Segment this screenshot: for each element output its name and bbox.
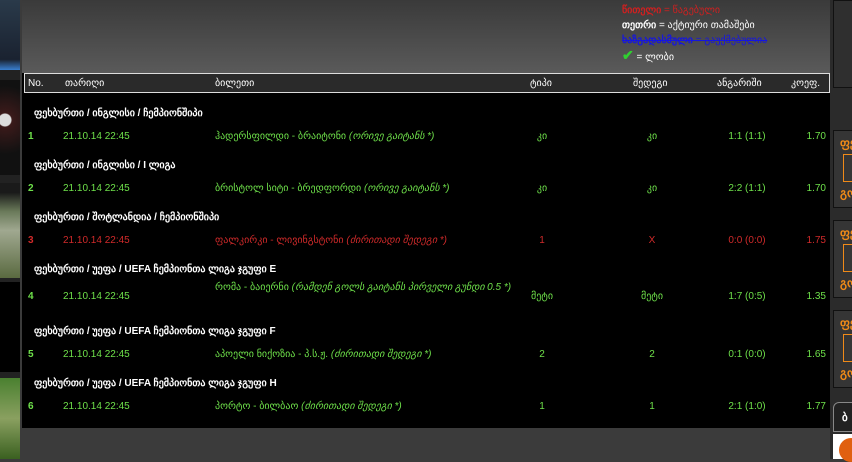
row-ticket: პორტო - ბილბაო (ძირითადი შედეგი *) bbox=[215, 401, 402, 412]
row-score: 0:1 (0:0) bbox=[728, 349, 766, 360]
table-row[interactable]: 5 21.10.14 22:45 აპოელი ნიქოზია - პ.ს.ჟ.… bbox=[22, 339, 830, 365]
league-header: ფეხბურთი / ინგლისი / I ლიგა bbox=[34, 160, 176, 171]
right-sidebar: ფეგო ფეგო ფეგო ბ bbox=[830, 0, 852, 462]
legend-active: თეთრი = აქტიური თამაშები bbox=[622, 20, 755, 31]
row-result: მეტი bbox=[640, 291, 664, 302]
legend-won: ✔ = ლობი bbox=[622, 47, 674, 64]
match-name: აპოელი ნიქოზია - პ.ს.ჟ. bbox=[215, 349, 329, 360]
row-odds: 1.35 bbox=[806, 291, 826, 302]
checkmark-icon: ✔ bbox=[622, 47, 634, 63]
row-date: 21.10.14 22:45 bbox=[63, 235, 130, 246]
league-header: ფეხბურთი / უეფა / UEFA ჩემპიონთა ლიგა ჯგ… bbox=[34, 264, 277, 275]
row-ticket: ჰადერსფილდი - ბრაიტონი (ორივე გაიტანს *) bbox=[215, 131, 434, 142]
legend: წითელი = წაგებული თეთრი = აქტიური თამაშე… bbox=[622, 3, 767, 65]
row-score: 2:1 (1:0) bbox=[728, 401, 766, 412]
bet-type: (ძირითადი შედეგი *) bbox=[346, 235, 447, 246]
row-number: 2 bbox=[28, 183, 34, 194]
bet-type: (რამდენ გოლს გაიტანს პირველი გუნდი 0.5 *… bbox=[291, 282, 512, 293]
row-type: 2 bbox=[539, 349, 545, 360]
bet-type: (ორივე გაიტანს *) bbox=[363, 183, 450, 194]
banner-image[interactable] bbox=[0, 282, 20, 372]
match-name: ფალკირკი - ლივინგსტონი bbox=[215, 235, 344, 246]
row-result: X bbox=[648, 235, 656, 246]
match-name: ბრისტოლ სიტი - ბრედფორდი bbox=[215, 183, 362, 194]
row-score: 1:1 (1:1) bbox=[728, 131, 766, 142]
row-type: 1 bbox=[539, 401, 545, 412]
row-odds: 1.70 bbox=[806, 183, 826, 194]
left-banner-strip bbox=[0, 0, 20, 459]
row-ticket: ბრისტოლ სიტი - ბრედფორდი (ორივე გაიტანს … bbox=[215, 183, 449, 194]
row-date: 21.10.14 22:45 bbox=[63, 349, 130, 360]
row-ticket: რომა - ბაიერნი (რამდენ გოლს გაიტანს პირვ… bbox=[215, 281, 515, 294]
banner-image[interactable] bbox=[0, 378, 20, 459]
table-body: ფეხბურთი / ინგლისი / ჩემპიონშიპი 1 21.10… bbox=[22, 95, 830, 417]
league-header: ფეხბურთი / უეფა / UEFA ჩემპიონთა ლიგა ჯგ… bbox=[34, 326, 276, 337]
bet-type: (ორივე გაიტანს *) bbox=[348, 131, 435, 142]
sidebar-tab[interactable]: ბ bbox=[833, 402, 852, 432]
row-type: კი bbox=[536, 183, 548, 194]
bet-type: (ძირითადი შედეგი *) bbox=[330, 349, 432, 360]
table-row[interactable]: 4 21.10.14 22:45 რომა - ბაიერნი (რამდენ … bbox=[22, 277, 830, 313]
row-type: 1 bbox=[539, 235, 545, 246]
table-row[interactable]: 6 21.10.14 22:45 პორტო - ბილბაო (ძირითად… bbox=[22, 391, 830, 417]
sidebar-panel[interactable]: ფეგო bbox=[833, 310, 852, 388]
table-row[interactable]: 1 21.10.14 22:45 ჰადერსფილდი - ბრაიტონი … bbox=[22, 121, 830, 147]
table-row[interactable]: 3 21.10.14 22:45 ფალკირკი - ლივინგსტონი … bbox=[22, 225, 830, 251]
legend-cancelled: ხაზგადასმული = გაუქმებულია bbox=[622, 35, 768, 46]
row-result: 1 bbox=[649, 401, 655, 412]
row-number: 5 bbox=[28, 349, 34, 360]
legend-lost: წითელი = წაგებული bbox=[622, 5, 721, 16]
col-result: შედეგი bbox=[633, 78, 668, 89]
row-type: კი bbox=[536, 131, 548, 142]
league-header: ფეხბურთი / შოტლანდია / ჩემპიონშიპი bbox=[34, 212, 220, 223]
bet-history-panel: წითელი = წაგებული თეთრი = აქტიური თამაშე… bbox=[22, 0, 830, 428]
sidebar-panel[interactable]: ფეგო bbox=[833, 220, 852, 298]
row-result: კი bbox=[646, 183, 658, 194]
row-ticket: ფალკირკი - ლივინგსტონი (ძირითადი შედეგი … bbox=[215, 235, 447, 246]
league-header: ფეხბურთი / ინგლისი / ჩემპიონშიპი bbox=[34, 108, 203, 119]
row-result: კი bbox=[646, 131, 658, 142]
match-name: პორტო - ბილბაო bbox=[215, 401, 299, 412]
row-odds: 1.77 bbox=[806, 401, 826, 412]
row-score: 0:0 (0:0) bbox=[728, 235, 766, 246]
match-name: რომა - ბაიერნი bbox=[215, 282, 289, 293]
col-odds: კოეფ. bbox=[791, 78, 821, 89]
row-odds: 1.70 bbox=[806, 131, 826, 142]
ball-icon bbox=[833, 434, 852, 462]
sidebar-box bbox=[833, 0, 852, 88]
banner-image[interactable] bbox=[0, 183, 20, 278]
row-date: 21.10.14 22:45 bbox=[63, 291, 130, 302]
sidebar-panel[interactable]: ფეგო bbox=[833, 130, 852, 208]
row-date: 21.10.14 22:45 bbox=[63, 183, 130, 194]
col-no: No. bbox=[28, 78, 44, 89]
banner-image[interactable] bbox=[0, 0, 20, 70]
row-date: 21.10.14 22:45 bbox=[63, 131, 130, 142]
row-number: 1 bbox=[28, 131, 34, 142]
col-ticket: ბილეთი bbox=[215, 78, 255, 89]
row-score: 1:7 (0:5) bbox=[728, 291, 766, 302]
row-odds: 1.75 bbox=[806, 235, 826, 246]
league-header: ფეხბურთი / უეფა / UEFA ჩემპიონთა ლიგა ჯგ… bbox=[34, 378, 277, 389]
row-number: 4 bbox=[28, 291, 34, 302]
match-name: ჰადერსფილდი - ბრაიტონი bbox=[215, 131, 347, 142]
col-score: ანგარიში bbox=[717, 78, 762, 89]
row-number: 6 bbox=[28, 401, 34, 412]
bet-type: (ძირითადი შედეგი *) bbox=[301, 401, 402, 412]
row-date: 21.10.14 22:45 bbox=[63, 401, 130, 412]
row-number: 3 bbox=[28, 235, 34, 246]
row-result: 2 bbox=[649, 349, 655, 360]
row-score: 2:2 (1:1) bbox=[728, 183, 766, 194]
col-type: ტიპი bbox=[530, 78, 552, 89]
table-header: No. თარიღი ბილეთი ტიპი შედეგი ანგარიში კ… bbox=[24, 73, 830, 93]
row-odds: 1.65 bbox=[806, 349, 826, 360]
legend-area: წითელი = წაგებული თეთრი = აქტიური თამაშე… bbox=[22, 0, 830, 73]
col-date: თარიღი bbox=[65, 78, 105, 89]
row-type: მეტი bbox=[530, 291, 554, 302]
row-ticket: აპოელი ნიქოზია - პ.ს.ჟ. (ძირითადი შედეგი… bbox=[215, 349, 431, 360]
table-row[interactable]: 2 21.10.14 22:45 ბრისტოლ სიტი - ბრედფორდ… bbox=[22, 173, 830, 199]
banner-image[interactable] bbox=[0, 80, 20, 175]
